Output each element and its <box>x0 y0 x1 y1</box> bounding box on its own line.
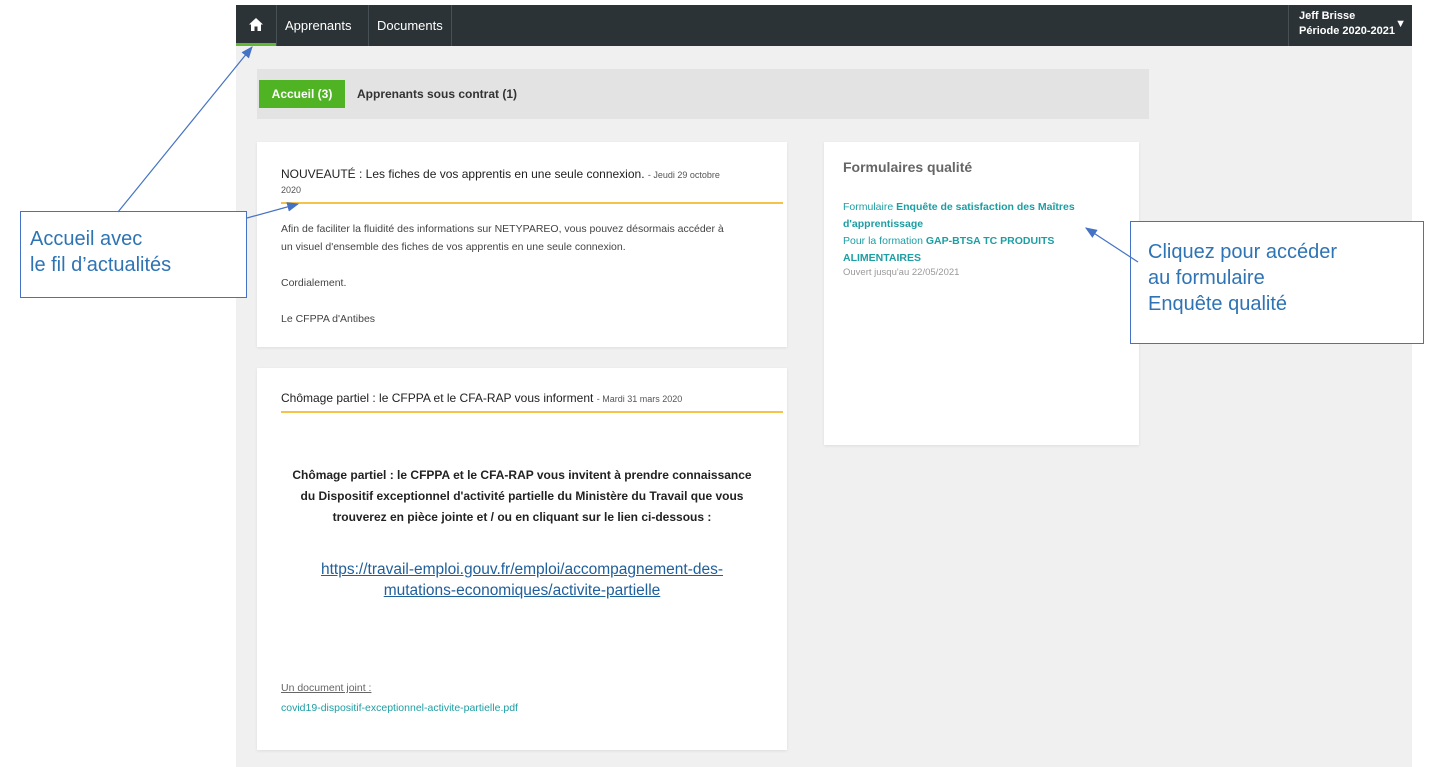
highlight-line: trouverez en pièce jointe et / ou en cli… <box>332 510 712 524</box>
tab-accueil[interactable]: Accueil (3) <box>259 80 345 108</box>
training-prefix: Pour la formation <box>843 235 926 247</box>
link-line[interactable]: mutations-economiques/activite-partielle <box>267 580 777 601</box>
attachment-link[interactable]: covid19-dispositif-exceptionnel-activite… <box>281 700 518 717</box>
tab-apprenants-sous-contrat[interactable]: Apprenants sous contrat (1) <box>357 80 517 108</box>
title-underline <box>281 411 783 413</box>
home-button[interactable] <box>236 5 276 46</box>
annotation-callout-home: Accueil avec le fil d’actualités <box>20 211 247 298</box>
news-signature: Le CFPPA d'Antibes <box>281 313 376 325</box>
news-title: Chômage partiel : le CFPPA et le CFA-RAP… <box>281 388 781 409</box>
form-prefix: Formulaire <box>843 201 897 213</box>
home-icon <box>249 17 263 31</box>
news-title-text: Chômage partiel : le CFPPA et le CFA-RAP… <box>281 391 594 405</box>
news-body-line: Afin de faciliter la fluidité des inform… <box>281 223 724 235</box>
form-name[interactable]: Enquête de satisfaction des Maîtres <box>896 201 1075 213</box>
news-date: - Mardi 31 mars 2020 <box>596 394 683 404</box>
news-date: - Jeudi 29 octobre <box>647 170 720 180</box>
news-card: Chômage partiel : le CFPPA et le CFA-RAP… <box>257 368 787 750</box>
top-navbar: Apprenants Documents Jeff Brisse Période… <box>236 5 1412 46</box>
form-link[interactable]: Formulaire Enquête de satisfaction des M… <box>843 199 1133 216</box>
nav-apprenants[interactable]: Apprenants <box>276 5 360 46</box>
external-link[interactable]: https://travail-emploi.gouv.fr/emploi/ac… <box>267 559 777 601</box>
training-name: ALIMENTAIRES <box>843 252 921 264</box>
forms-title: Formulaires qualité <box>843 159 973 175</box>
highlight-line: du Dispositif exceptionnel d'activité pa… <box>300 489 744 503</box>
attachment-label: Un document joint : <box>281 682 372 694</box>
title-underline <box>281 202 783 204</box>
form-training: Pour la formation GAP-BTSA TC PRODUITS <box>843 233 1133 250</box>
news-card: NOUVEAUTÉ : Les fiches de vos apprentis … <box>257 142 787 347</box>
arrow-to-home <box>117 46 253 213</box>
form-name[interactable]: d'apprentissage <box>843 216 1133 233</box>
tab-bar: Accueil (3) Apprenants sous contrat (1) <box>257 69 1149 119</box>
nav-documents[interactable]: Documents <box>368 5 452 46</box>
form-entry[interactable]: Formulaire Enquête de satisfaction des M… <box>843 199 1133 278</box>
callout-text: Enquête qualité <box>1148 293 1288 315</box>
callout-text: Cliquez pour accéder <box>1148 241 1337 263</box>
user-menu[interactable]: Jeff Brisse Période 2020-2021 ▼ <box>1288 5 1412 46</box>
news-greeting: Cordialement. <box>281 277 347 289</box>
callout-text: le fil d’actualités <box>30 254 172 276</box>
link-line[interactable]: https://travail-emploi.gouv.fr/emploi/ac… <box>267 559 777 580</box>
training-name: GAP-BTSA TC PRODUITS <box>925 235 1055 247</box>
news-body-line: un visuel d'ensemble des fiches de vos a… <box>281 241 626 253</box>
app-window: Apprenants Documents Jeff Brisse Période… <box>236 5 1412 767</box>
news-title: NOUVEAUTÉ : Les fiches de vos apprentis … <box>281 164 781 185</box>
forms-card: Formulaires qualité Formulaire Enquête d… <box>824 142 1139 445</box>
callout-text: Accueil avec <box>30 228 143 250</box>
news-date-year: 2020 <box>281 185 302 195</box>
annotation-callout-form: Cliquez pour accéder au formulaire Enquê… <box>1130 221 1424 344</box>
chevron-down-icon[interactable]: ▼ <box>1395 17 1406 32</box>
news-title-text: NOUVEAUTÉ : Les fiches de vos apprentis … <box>281 167 645 181</box>
news-highlight: Chômage partiel : le CFPPA et le CFA-RAP… <box>267 465 777 528</box>
form-open-until: Ouvert jusqu'au 22/05/2021 <box>843 267 960 278</box>
callout-text: au formulaire <box>1148 267 1265 289</box>
highlight-line: Chômage partiel : le CFPPA et le CFA-RAP… <box>292 468 752 482</box>
news-body: Afin de faciliter la fluidité des inform… <box>281 220 785 328</box>
